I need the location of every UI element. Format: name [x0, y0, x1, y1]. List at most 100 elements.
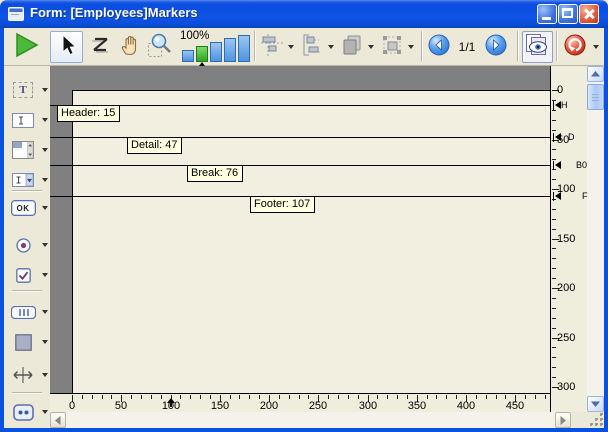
hruler-tick [200, 395, 201, 399]
mode-menu-button[interactable] [561, 31, 589, 63]
distribute-menu-button[interactable] [298, 31, 335, 63]
buttonbar-tool[interactable] [8, 300, 50, 324]
vruler-label: 150 [557, 233, 575, 245]
dropdown-arrow-icon[interactable] [328, 45, 334, 49]
dropdown-arrow-icon[interactable] [42, 243, 48, 247]
horizontal-scrollbar[interactable] [50, 412, 571, 428]
vruler-tick [552, 110, 556, 111]
splitter-tool[interactable] [8, 363, 50, 387]
dropdown-arrow-icon[interactable] [42, 373, 48, 377]
hruler-label: 50 [109, 400, 133, 412]
ruler-marker-icon[interactable] [553, 192, 563, 201]
pan-tool-button[interactable] [115, 31, 145, 63]
cursor-icon [56, 33, 78, 62]
hruler-tick [230, 395, 231, 399]
align-menu-button[interactable] [258, 31, 295, 63]
resize-grip[interactable] [590, 413, 604, 427]
dropdown-arrow-icon[interactable] [42, 206, 48, 210]
dropdown-arrow-icon[interactable] [42, 340, 48, 344]
scroll-up-button[interactable] [587, 66, 604, 82]
zoom-bar-current[interactable] [196, 46, 208, 62]
titlebar[interactable]: Form: [Employees]Markers [0, 0, 608, 28]
hruler-tick [111, 395, 112, 399]
ruler-marker-icon[interactable] [553, 133, 563, 142]
section-marker-f[interactable]: Footer: 107 [250, 196, 315, 213]
checkbox-icon [8, 268, 38, 283]
play-icon [11, 30, 41, 65]
hruler-label: 350 [405, 400, 429, 412]
zoom-bars-widget[interactable] [182, 35, 250, 62]
previous-page-button[interactable] [427, 31, 451, 63]
vruler-tick [552, 278, 556, 279]
vruler-tick [552, 229, 556, 230]
hruler-tick [151, 395, 152, 399]
section-marker-b0[interactable]: Break: 76 [187, 165, 243, 182]
vruler-tick [552, 328, 556, 329]
zoom-bar[interactable] [182, 50, 194, 62]
button-tool[interactable]: OK [8, 196, 50, 220]
mode-menu-dropdown[interactable] [590, 31, 602, 63]
dropdown-arrow-icon[interactable] [42, 88, 48, 92]
zoom-bar[interactable] [238, 35, 250, 62]
execute-form-button[interactable] [10, 31, 42, 63]
section-marker-d[interactable]: Detail: 47 [127, 137, 182, 154]
scroll-left-button[interactable] [50, 412, 66, 428]
select-tool-button[interactable] [50, 31, 83, 63]
dropdown-arrow-icon[interactable] [368, 45, 374, 49]
scroll-right-button[interactable] [555, 412, 571, 428]
dropdown-arrow-icon[interactable] [42, 310, 48, 314]
plugin-tool[interactable] [8, 400, 50, 424]
dropdown-arrow-icon[interactable] [42, 273, 48, 277]
vruler-tick [552, 377, 556, 378]
toolbox-group-separator [12, 290, 42, 291]
entry-order-tool-button[interactable] [86, 31, 114, 63]
hruler-tick [535, 395, 536, 399]
minimize-button[interactable] [537, 4, 557, 24]
dropdown-arrow-icon[interactable] [42, 178, 48, 182]
zoom-bar[interactable] [224, 38, 236, 62]
vruler-tick [552, 258, 556, 259]
layers-icon [340, 33, 364, 62]
hruler-tick [102, 395, 103, 399]
listbox-tool[interactable] [8, 138, 50, 162]
hruler-tick [446, 395, 447, 399]
rectangle-tool[interactable] [8, 330, 50, 354]
preview-button[interactable] [522, 31, 553, 63]
level-menu-button[interactable] [338, 31, 375, 63]
checkbox-tool[interactable] [8, 263, 50, 287]
scroll-down-button[interactable] [587, 396, 604, 412]
dropdown-arrow-icon[interactable] [408, 45, 414, 49]
button-icon: OK [8, 200, 38, 216]
zoom-tool-button[interactable] [145, 31, 175, 63]
input-tool[interactable] [8, 108, 50, 132]
listbox-icon [8, 141, 38, 159]
dropdown-arrow-icon[interactable] [42, 148, 48, 152]
design-canvas[interactable]: Header: 15 Detail: 47 Break: 76 Footer: 107 [50, 66, 550, 393]
maximize-button[interactable] [558, 4, 578, 24]
dropdown-arrow-icon[interactable] [42, 118, 48, 122]
vruler-tick [552, 149, 556, 150]
combobox-tool[interactable] [8, 168, 50, 192]
hruler-tick [92, 395, 93, 399]
hruler-tick [348, 395, 349, 399]
resize-menu-button[interactable] [378, 31, 416, 63]
next-page-button[interactable] [484, 31, 508, 63]
zoom-bar[interactable] [210, 42, 222, 62]
section-marker-h[interactable]: Header: 15 [57, 105, 120, 122]
dropdown-arrow-icon[interactable] [42, 410, 48, 414]
static-text-tool[interactable]: T [8, 78, 50, 102]
hruler-label: 400 [454, 400, 478, 412]
vruler-tick [552, 179, 556, 180]
vruler-tick [552, 367, 556, 368]
resize-icon [380, 33, 404, 62]
hruler-tick [180, 395, 181, 399]
vertical-scrollbar[interactable] [587, 66, 604, 412]
dropdown-arrow-icon[interactable] [288, 45, 294, 49]
close-button[interactable] [579, 4, 599, 24]
ruler-marker-icon[interactable] [553, 161, 563, 170]
hruler-tick [239, 395, 240, 399]
radio-tool[interactable] [8, 233, 50, 257]
form-page[interactable] [72, 90, 550, 393]
ruler-cursor-marker [167, 398, 175, 408]
vertical-scroll-thumb[interactable] [587, 84, 604, 110]
